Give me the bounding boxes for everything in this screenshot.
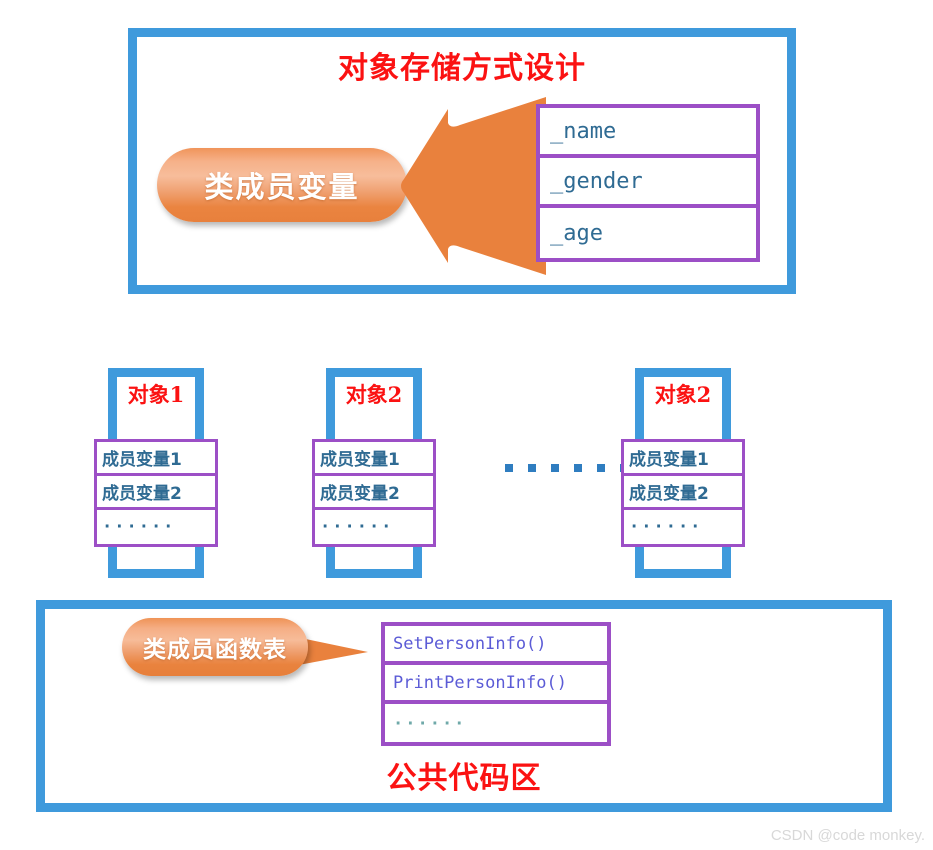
class-fields-table: _name _gender _age (536, 104, 760, 262)
objects-ellipsis-icon (505, 464, 628, 472)
table-row: _age (540, 208, 756, 258)
object-title: 对象2 (654, 382, 712, 407)
ellipsis-dot (505, 464, 513, 472)
member-variable-1: 成员变量2 (629, 484, 709, 504)
public-code-area-title: 公共代码区 (386, 761, 542, 796)
class-member-variable-pill: 类成员变量 (157, 148, 407, 222)
ellipsis-dot (528, 464, 536, 472)
object-panel: 对象2 成员变量1 成员变量2 ······ (312, 368, 436, 578)
object-title: 对象2 (345, 382, 403, 407)
method-name-1: PrintPersonInfo() (393, 672, 567, 693)
method-name-ellipsis: ······ (393, 713, 467, 734)
object-title: 对象1 (127, 382, 185, 407)
object-member-table: 成员变量1 成员变量2 ······ (621, 439, 745, 547)
table-row: 成员变量2 (624, 476, 742, 510)
field-name-0: _name (550, 118, 617, 144)
member-variable-0: 成员变量1 (102, 450, 182, 470)
table-row: _name (540, 108, 756, 158)
table-row: _gender (540, 158, 756, 208)
member-variable-1: 成员变量2 (320, 484, 400, 504)
class-member-function-callout: 类成员函数表 (122, 618, 368, 676)
table-row: ······ (315, 510, 433, 544)
table-row: 成员变量2 (97, 476, 215, 510)
ellipsis-dot (597, 464, 605, 472)
table-row: PrintPersonInfo() (385, 665, 607, 704)
class-member-function-label: 类成员函数表 (143, 636, 287, 663)
member-variable-ellipsis: ······ (102, 517, 176, 537)
table-row: SetPersonInfo() (385, 626, 607, 665)
table-row: 成员变量1 (624, 442, 742, 476)
member-variable-0: 成员变量1 (320, 450, 400, 470)
table-row: ······ (624, 510, 742, 544)
table-row: 成员变量1 (97, 442, 215, 476)
table-row: 成员变量1 (315, 442, 433, 476)
field-name-1: _gender (550, 168, 643, 194)
member-variable-0: 成员变量1 (629, 450, 709, 470)
field-name-2: _age (550, 220, 603, 246)
member-variable-1: 成员变量2 (102, 484, 182, 504)
ellipsis-dot (574, 464, 582, 472)
table-row: ······ (97, 510, 215, 544)
object-panel: 对象2 成员变量1 成员变量2 ······ (621, 368, 745, 578)
object-panel: 对象1 成员变量1 成员变量2 ······ (94, 368, 218, 578)
class-member-variable-label: 类成员变量 (204, 170, 360, 204)
class-methods-table: SetPersonInfo() PrintPersonInfo() ······ (381, 622, 611, 746)
callout-body: 类成员函数表 (122, 618, 308, 676)
table-row: 成员变量2 (315, 476, 433, 510)
left-arrow-icon (401, 97, 546, 275)
object-member-table: 成员变量1 成员变量2 ······ (94, 439, 218, 547)
table-row: ······ (385, 704, 607, 743)
object-member-table: 成员变量1 成员变量2 ······ (312, 439, 436, 547)
method-name-0: SetPersonInfo() (393, 633, 547, 654)
page-title: 对象存储方式设计 (338, 51, 586, 86)
member-variable-ellipsis: ······ (320, 517, 394, 537)
ellipsis-dot (551, 464, 559, 472)
member-variable-ellipsis: ······ (629, 517, 703, 537)
watermark: CSDN @code monkey. (770, 827, 925, 844)
